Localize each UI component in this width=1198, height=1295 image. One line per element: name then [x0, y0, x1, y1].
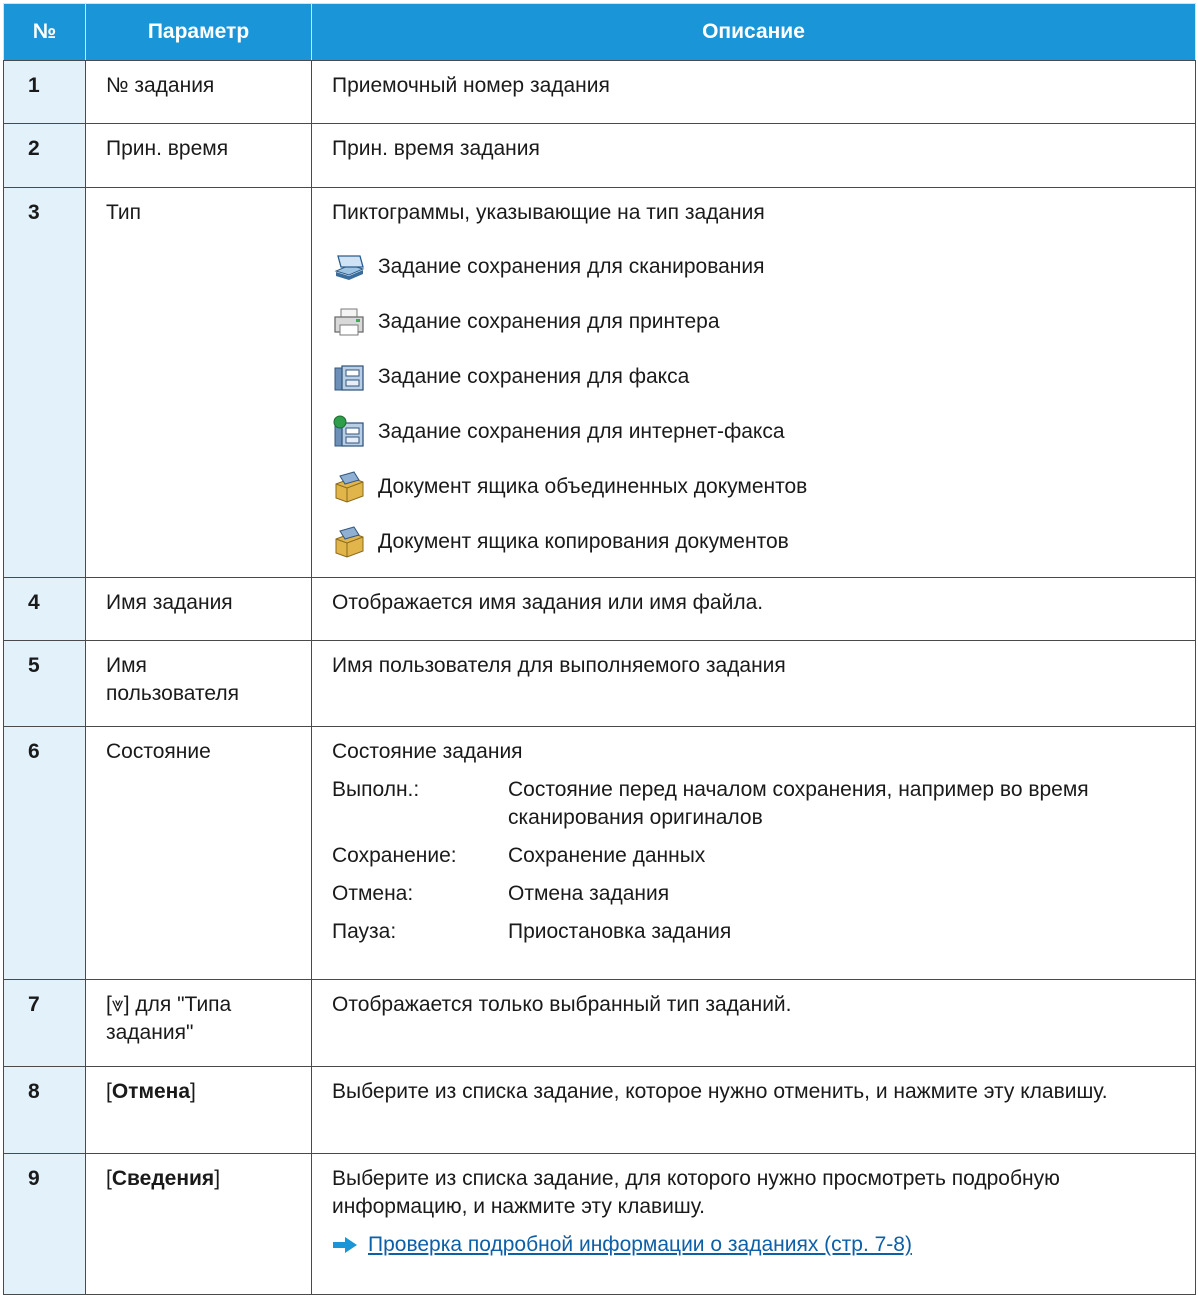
row-param: № задания: [85, 60, 312, 124]
type-label: Задание сохранения для факса: [378, 364, 690, 388]
state-intro: Состояние задания: [332, 740, 523, 763]
job-status-table: № Параметр Описание 1 № задания Приемочн…: [3, 3, 1196, 1295]
header-param: Параметр: [85, 3, 312, 61]
table-row: 2 Прин. время Прин. время задания: [3, 123, 1196, 188]
row-desc-cell: Выберите из списка задание, для которого…: [311, 1153, 1196, 1295]
state-key: Пауза:: [332, 920, 397, 943]
row-num: 6: [3, 726, 86, 980]
row-num: 2: [3, 123, 86, 188]
dropdown-icon: ⩔: [111, 993, 124, 1016]
table-row: 9 [Сведения] Выберите из списка задание,…: [3, 1153, 1196, 1295]
type-item: Задание сохранения для факса: [332, 349, 1185, 404]
type-label: Задание сохранения для сканирования: [378, 254, 765, 278]
type-label: Задание сохранения для интернет-факса: [378, 419, 785, 443]
bracket: ]: [214, 1167, 221, 1190]
scan-job-icon: [334, 254, 365, 280]
table-row: 8 [Отмена] Выберите из списка задание, к…: [3, 1066, 1196, 1154]
state-value: Отмена задания: [508, 882, 670, 905]
row-num: 4: [3, 577, 86, 641]
row-num: 3: [3, 187, 86, 578]
row-param: Прин. время: [85, 123, 312, 188]
state-row: Сохранение: Сохранение данных: [332, 842, 1185, 870]
fax-job-icon: [334, 364, 364, 391]
table-row: 5 Имя пользователя Имя пользователя для …: [3, 640, 1196, 727]
printer-job-icon: [334, 308, 364, 335]
row-desc: Приемочный номер задания: [311, 60, 1196, 124]
row-num: 7: [3, 979, 86, 1067]
state-row: Пауза: Приостановка задания: [332, 918, 1185, 946]
row-desc: Прин. время задания: [311, 123, 1196, 188]
details-page-link[interactable]: Проверка подробной информации о заданиях…: [368, 1231, 912, 1259]
state-row: Выполн.: Состояние перед началом сохране…: [332, 776, 1185, 832]
row-num: 1: [3, 60, 86, 124]
table-row: 3 Тип Пиктограммы, указывающие на тип за…: [3, 187, 1196, 578]
type-item: Задание сохранения для интернет-факса: [332, 404, 1185, 459]
table-row: 1 № задания Приемочный номер задания: [3, 60, 1196, 124]
state-value: Состояние перед началом сохранения, напр…: [508, 778, 1089, 829]
state-row: Отмена: Отмена задания: [332, 880, 1185, 908]
row-desc: Выберите из списка задание, для которого…: [332, 1167, 1060, 1218]
type-item: Документ ящика объединенных документов: [332, 459, 1185, 514]
copy-box-icon: [335, 525, 364, 558]
type-label: Документ ящика копирования документов: [378, 529, 789, 553]
row-desc: Выберите из списка задание, которое нужн…: [311, 1066, 1196, 1154]
row-param-cell: [⩔] для "Типа задания": [85, 979, 312, 1067]
table-header: № Параметр Описание: [3, 3, 1196, 61]
row-param: Состояние: [85, 726, 312, 980]
row-num: 8: [3, 1066, 86, 1154]
cancel-key-label: Отмена: [111, 1080, 191, 1103]
table-row: 6 Состояние Состояние задания Выполн.: С…: [3, 726, 1196, 980]
arrow-right-icon: [333, 1237, 357, 1253]
table-row: 7 [⩔] для "Типа задания" Отображается то…: [3, 979, 1196, 1067]
state-key: Выполн.:: [332, 778, 420, 801]
state-value: Сохранение данных: [508, 844, 706, 867]
type-label: Задание сохранения для принтера: [378, 309, 720, 333]
table-row: 4 Имя задания Отображается имя задания и…: [3, 577, 1196, 641]
row-param: Имя пользователя: [85, 640, 312, 727]
type-label: Документ ящика объединенных документов: [378, 474, 808, 498]
row-desc-cell: Пиктограммы, указывающие на тип задания …: [311, 187, 1196, 578]
row-num: 5: [3, 640, 86, 727]
type-intro: Пиктограммы, указывающие на тип задания: [332, 201, 765, 224]
bracket: ]: [190, 1080, 196, 1103]
row-num: 9: [3, 1153, 86, 1295]
state-key: Сохранение:: [332, 844, 457, 867]
row-desc-cell: Состояние задания Выполн.: Состояние пер…: [311, 726, 1196, 980]
internet-fax-job-icon: [333, 415, 364, 447]
row-desc: Имя пользователя для выполняемого задани…: [311, 640, 1196, 727]
reference-link-row: Проверка подробной информации о заданиях…: [332, 1231, 1185, 1259]
details-key-label: Сведения: [111, 1167, 215, 1190]
param-line: пользователя: [106, 682, 239, 705]
row-desc: Отображается только выбранный тип задани…: [311, 979, 1196, 1067]
state-key: Отмена:: [332, 882, 414, 905]
header-desc: Описание: [311, 3, 1196, 61]
joined-box-icon: [335, 470, 364, 503]
row-param-cell: [Отмена]: [85, 1066, 312, 1154]
type-item: Документ ящика копирования документов: [332, 514, 1185, 569]
row-param-cell: [Сведения]: [85, 1153, 312, 1295]
param-line: Имя: [106, 654, 147, 677]
type-item: Задание сохранения для сканирования: [332, 239, 1185, 294]
type-item: Задание сохранения для принтера: [332, 294, 1185, 349]
param-text: ] для "Типа задания": [106, 993, 232, 1044]
header-num: №: [3, 3, 86, 61]
row-param: Тип: [85, 187, 312, 578]
row-desc: Отображается имя задания или имя файла.: [311, 577, 1196, 641]
row-param: Имя задания: [85, 577, 312, 641]
state-value: Приостановка задания: [508, 920, 732, 943]
